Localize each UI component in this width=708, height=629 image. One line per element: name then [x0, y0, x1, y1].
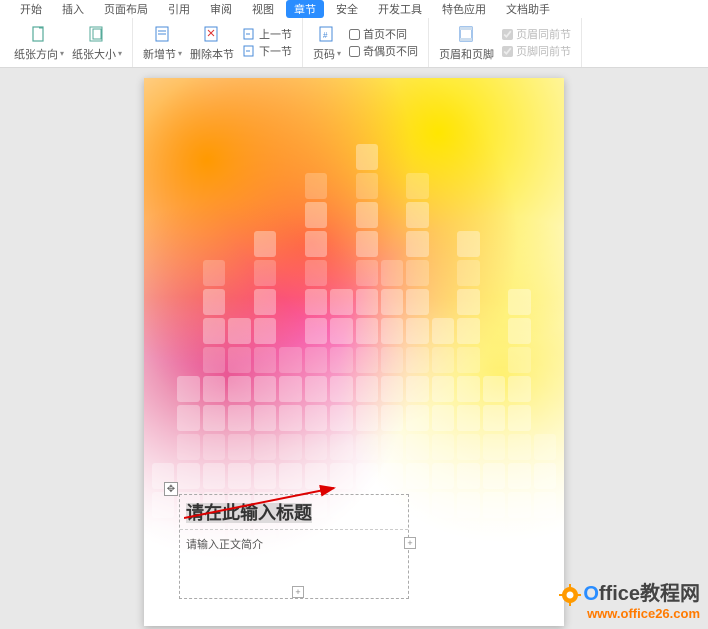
pagenum-icon: # [317, 24, 337, 44]
gear-icon [559, 584, 581, 606]
watermark-o: O [583, 583, 599, 605]
document-canvas: ✥ 请在此输入标题 请输入正文简介 + + Office教程网 www.offi… [0, 68, 708, 629]
ribbon-toolbar: 纸张方向▾ 纸张大小▾ 新增节▾ 删除本节 上一节 [0, 18, 708, 68]
svg-text:#: # [323, 31, 328, 40]
headerfooter-button[interactable]: 页眉和页脚 [435, 22, 498, 64]
watermark: Office教程网 www.office26.com [559, 577, 700, 621]
next-icon [242, 44, 256, 58]
ribbon-tabs: 开始 插入 页面布局 引用 审阅 视图 章节 安全 开发工具 特色应用 文档助手 [0, 0, 708, 18]
tab-insert[interactable]: 插入 [54, 0, 92, 18]
watermark-url: www.office26.com [559, 606, 700, 621]
newsection-button[interactable]: 新增节▾ [139, 22, 186, 64]
title-cell[interactable]: 请在此输入标题 [180, 495, 408, 530]
document-page[interactable]: ✥ 请在此输入标题 请输入正文简介 + + [144, 78, 564, 626]
tab-view[interactable]: 视图 [244, 0, 282, 18]
dropdown-icon: ▾ [178, 49, 182, 58]
nextsection-label: 下一节 [259, 43, 292, 59]
newsection-label: 新增节 [143, 46, 176, 62]
watermark-text: ffice教程网 [599, 583, 700, 605]
delsection-icon [202, 24, 222, 44]
sameheader-checkbox: 页眉同前节 [502, 26, 571, 42]
tab-section[interactable]: 章节 [286, 0, 324, 18]
dropdown-icon: ▾ [60, 49, 64, 58]
headerfooter-label: 页眉和页脚 [439, 46, 494, 62]
newsection-icon [153, 24, 173, 44]
tab-start[interactable]: 开始 [12, 0, 50, 18]
orientation-icon [29, 24, 49, 44]
pagenum-label: 页码 [313, 46, 335, 62]
orientation-button[interactable]: 纸张方向▾ [10, 22, 68, 64]
papersize-label: 纸张大小 [72, 46, 116, 62]
tab-special[interactable]: 特色应用 [434, 0, 494, 18]
nextsection-button[interactable]: 下一节 [242, 43, 292, 59]
prev-icon [242, 27, 256, 41]
tab-review[interactable]: 审阅 [202, 0, 240, 18]
table-move-handle[interactable]: ✥ [164, 482, 178, 496]
dropdown-icon: ▾ [337, 49, 341, 58]
papersize-button[interactable]: 纸张大小▾ [68, 22, 126, 64]
tab-security[interactable]: 安全 [328, 0, 366, 18]
cover-content-table[interactable]: 请在此输入标题 请输入正文简介 [179, 494, 409, 599]
dropdown-icon: ▾ [118, 49, 122, 58]
tab-dochelper[interactable]: 文档助手 [498, 0, 558, 18]
oddeven-checkbox[interactable]: 奇偶页不同 [349, 43, 418, 59]
prevsection-label: 上一节 [259, 26, 292, 42]
papersize-icon [87, 24, 107, 44]
prevsection-button[interactable]: 上一节 [242, 26, 292, 42]
title-placeholder[interactable]: 请在此输入标题 [186, 503, 312, 523]
tab-devtools[interactable]: 开发工具 [370, 0, 430, 18]
body-placeholder[interactable]: 请输入正文简介 [186, 539, 263, 551]
headerfooter-icon [457, 24, 477, 44]
insert-handle-bottom[interactable]: + [292, 586, 304, 598]
insert-handle-right[interactable]: + [404, 537, 416, 549]
tab-references[interactable]: 引用 [160, 0, 198, 18]
delsection-button[interactable]: 删除本节 [186, 22, 238, 64]
orientation-label: 纸张方向 [14, 46, 58, 62]
samefooter-checkbox: 页脚同前节 [502, 43, 571, 59]
tab-pagelayout[interactable]: 页面布局 [96, 0, 156, 18]
pagenum-button[interactable]: # 页码▾ [309, 22, 345, 64]
delsection-label: 删除本节 [190, 46, 234, 62]
firstdiff-checkbox[interactable]: 首页不同 [349, 26, 418, 42]
